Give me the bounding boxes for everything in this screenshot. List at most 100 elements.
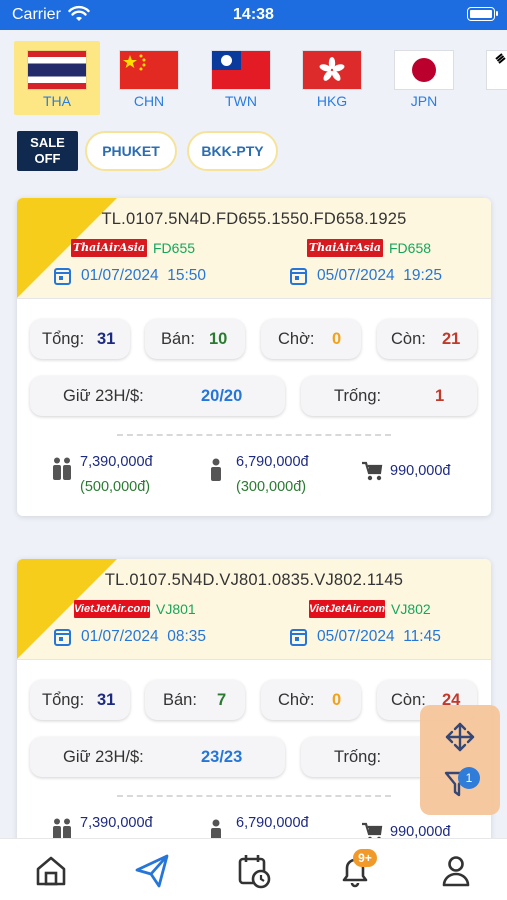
stat-label: Trống: [334,387,382,405]
stat-waiting: Chờ: 0 [261,319,361,359]
adult-price: 7,390,000đ [80,815,153,831]
country-tab-twn[interactable]: TWN [198,41,284,115]
status-bar: Carrier 14:38 [0,0,507,30]
child-price: 6,790,000đ (300,000đ) [236,454,309,495]
battery-icon [467,7,498,21]
tour-card[interactable]: TL.0107.5N4D.FD655.1550.FD658.1925 ThaiA… [17,198,491,516]
hongkong-flag-icon [303,51,361,89]
stat-label: Trống: [334,748,382,766]
time: 19:25 [403,267,442,284]
notification-badge: 9+ [353,849,377,867]
thailand-flag-icon [28,51,86,89]
country-tab-chn[interactable]: CHN [106,41,192,115]
stat-label: Giữ 23H/$: [63,387,144,405]
calendar-icon [54,268,71,285]
calendar-icon [290,268,307,285]
date: 05/07/2024 [317,628,395,645]
filter-count-badge: 1 [458,767,480,789]
time: 15:50 [167,267,206,284]
time: 08:35 [167,628,206,645]
taiwan-flag-icon [212,51,270,89]
stat-empty: Trống: 1 [301,376,477,416]
china-flag-icon [120,51,178,89]
date: 01/07/2024 [81,628,159,645]
sale-label: SALE [30,135,65,150]
country-label: TWN [225,93,257,109]
stat-sold: Bán: 7 [145,680,245,720]
stat-total: Tổng: 31 [30,680,130,720]
time: 11:45 [403,628,441,645]
stat-value: 23/23 [201,748,243,766]
calendar-icon [290,629,307,646]
tour-card-header: TL.0107.5N4D.FD655.1550.FD658.1925 ThaiA… [17,198,491,298]
sale-off-button[interactable]: SALE OFF [17,131,78,171]
move-icon[interactable] [444,721,476,753]
adult-price: 7,390,000đ (500,000đ) [80,454,153,495]
country-label: HKG [316,93,348,109]
stat-value: 21 [442,330,461,348]
stat-value: 20/20 [201,387,243,405]
price-deposit: (300,000đ) [236,479,307,495]
stroller-icon [362,461,383,481]
price-value: 6,790,000đ [236,815,309,831]
date: 05/07/2024 [317,267,395,284]
stat-hold: Giữ 23H/$: 23/23 [30,737,285,777]
stat-label: Giữ 23H/$: [63,748,144,766]
date: 01/07/2024 [81,267,159,284]
stat-value: 0 [332,691,342,709]
thai-airasia-logo: ThaiAirAsia [71,239,147,257]
price-value: 990,000đ [390,463,451,479]
stat-remaining: Còn: 21 [377,319,477,359]
stat-label: Chờ: [278,330,315,348]
stat-label: Bán: [163,691,197,709]
stat-label: Bán: [161,330,195,348]
vietjet-logo: VietJetAir.com [309,600,385,618]
flight-number: VJ801 [156,601,196,617]
notifications-button[interactable]: 9+ [335,849,377,891]
price-deposit: (500,000đ) [80,479,151,495]
stat-label: Tổng: [42,330,85,348]
country-label: CHN [133,93,165,109]
stat-value: 1 [435,387,445,405]
korea-flag-icon [487,51,507,89]
stat-sold: Bán: 10 [145,319,245,359]
tour-code: TL.0107.5N4D.FD655.1550.FD658.1925 [101,210,407,228]
stat-hold: Giữ 23H/$: 20/20 [30,376,285,416]
floating-tools: 1 [420,705,500,815]
stat-value: 31 [97,691,116,709]
stat-total: Tổng: 31 [30,319,130,359]
flight-number: VJ802 [391,601,431,617]
flight-number: FD658 [389,240,432,256]
country-tab-hkg[interactable]: HKG [289,41,375,115]
tour-card-header: TL.0107.5N4D.VJ801.0835.VJ802.1145 VietJ… [17,559,491,659]
tour-code: TL.0107.5N4D.VJ801.0835.VJ802.1145 [104,571,404,589]
stat-value: 0 [332,330,342,348]
country-tab-tha[interactable]: THA [14,41,100,115]
off-label: OFF [34,151,61,166]
stat-label: Chờ: [278,691,315,709]
child-price: 6,790,000đ [236,815,309,831]
child-icon [211,458,221,481]
home-icon[interactable] [31,851,71,891]
calendar-icon [54,629,71,646]
price-value: 7,390,000đ [80,454,153,470]
country-selector: THA CHN TWN HKG JPN [14,41,507,116]
clock: 14:38 [233,6,274,23]
country-tab-jpn[interactable]: JPN [381,41,467,115]
calendar-clock-icon[interactable] [234,851,274,891]
price-value: 6,790,000đ [236,454,309,470]
chip-phuket[interactable]: PHUKET [85,131,177,171]
flight-number: FD655 [153,240,196,256]
profile-icon[interactable] [436,851,476,891]
country-tab-kor[interactable]: K [473,41,507,115]
vietjet-logo: VietJetAir.com [74,600,150,618]
stat-value: 7 [217,691,227,709]
japan-flag-icon [395,51,453,89]
stat-value: 31 [97,330,116,348]
flights-send-icon[interactable] [132,851,172,891]
bottom-nav: 9+ [0,838,507,900]
stat-waiting: Chờ: 0 [261,680,361,720]
chip-bkk-pty[interactable]: BKK-PTY [187,131,278,171]
infant-price: 990,000đ [390,463,450,479]
country-label: THA [43,93,71,109]
